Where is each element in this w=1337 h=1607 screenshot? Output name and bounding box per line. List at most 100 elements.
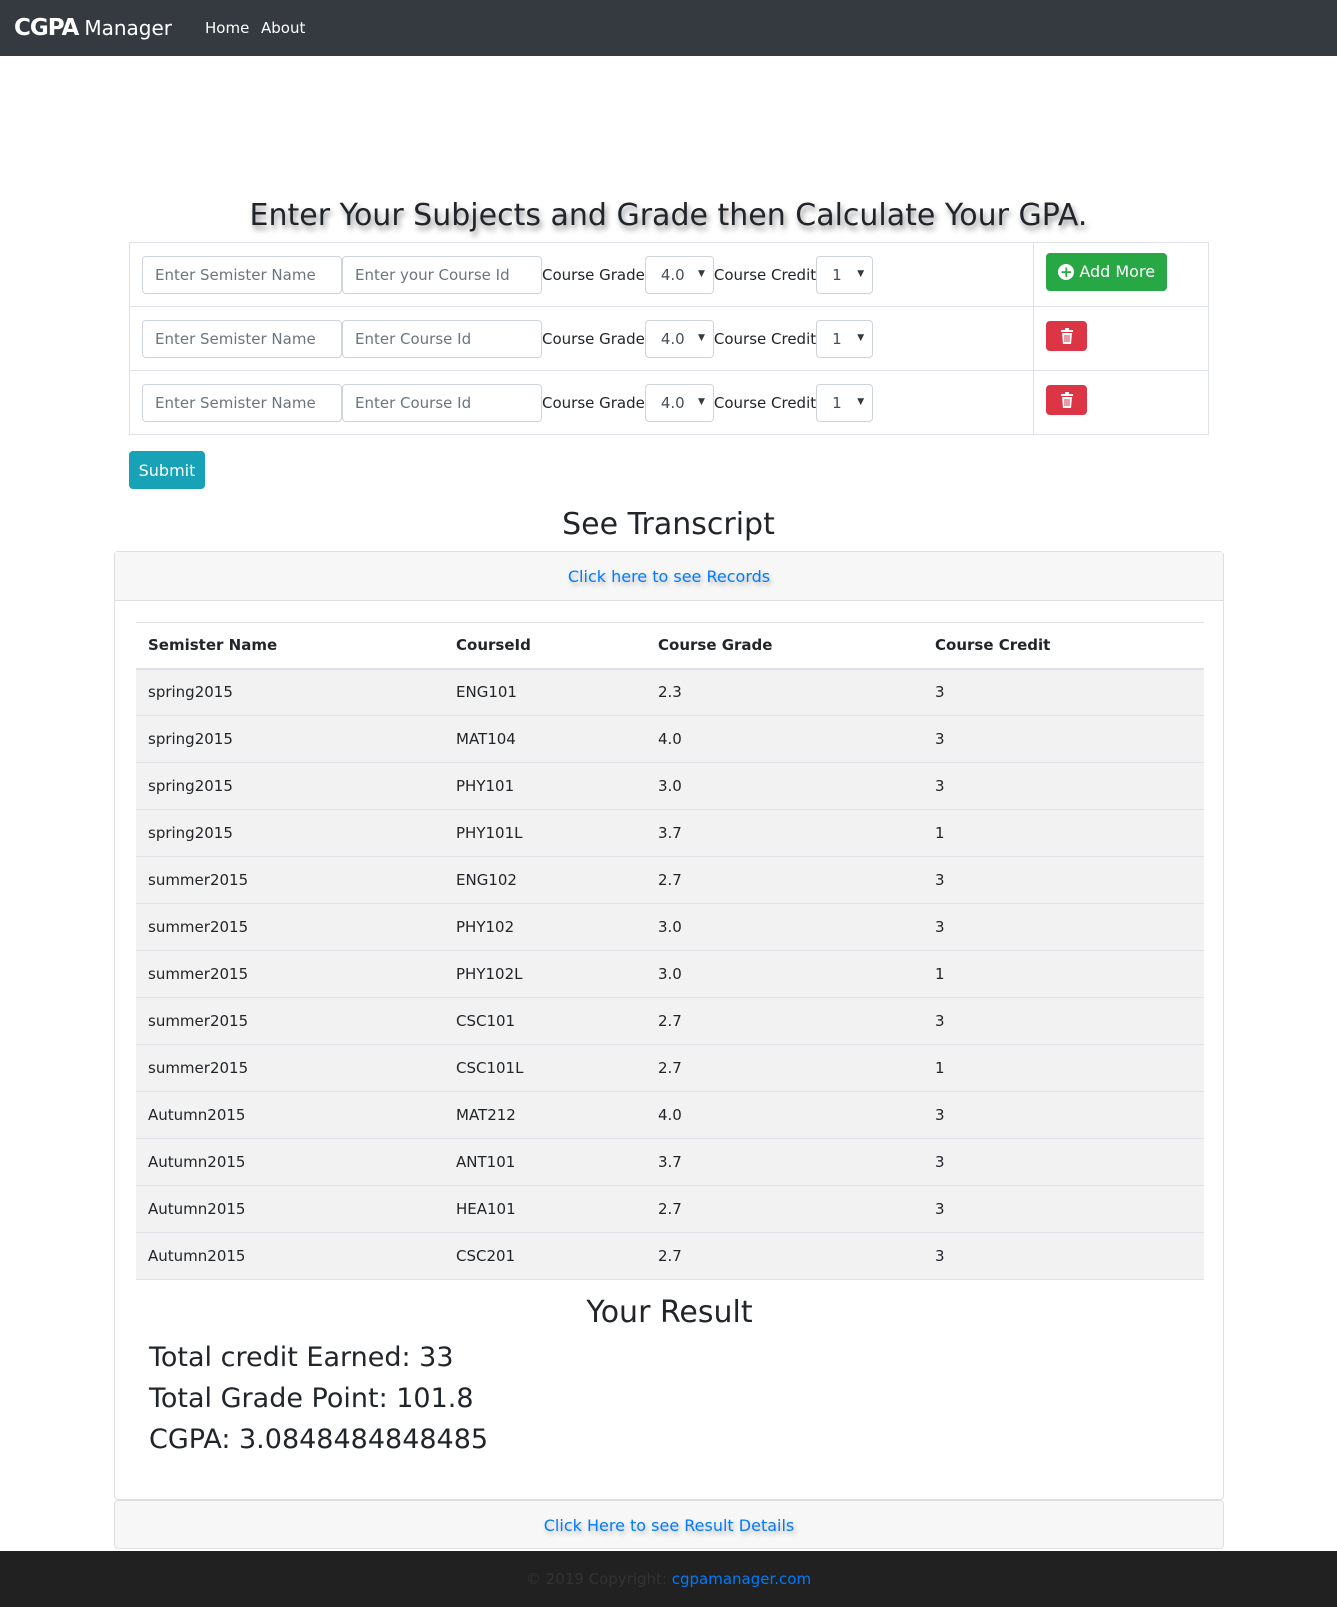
caret-down-icon: ▼: [697, 268, 705, 279]
table-cell: 2.3: [646, 668, 923, 716]
column-header: Semister Name: [136, 622, 444, 670]
table-cell: ANT101: [444, 1138, 646, 1186]
see-records-link[interactable]: Click here to see Records: [568, 567, 770, 586]
column-header: Course Grade: [646, 622, 923, 670]
submit-button[interactable]: Submit: [129, 451, 205, 489]
table-cell: 2.7: [646, 997, 923, 1045]
table-cell: 2.7: [646, 856, 923, 904]
course-credit-select[interactable]: 1 ▼: [816, 255, 874, 294]
nav-about-link[interactable]: About: [261, 18, 305, 38]
brand-link[interactable]: CGPA Manager: [14, 14, 172, 42]
table-cell: 3.0: [646, 950, 923, 998]
course-id-input[interactable]: Enter Course Id: [342, 319, 542, 358]
table-cell: spring2015: [136, 715, 444, 763]
table-cell: CSC201: [444, 1232, 646, 1280]
table-cell: PHY102: [444, 903, 646, 951]
table-cell: MAT212: [444, 1091, 646, 1139]
card-header: Click here to see Records: [115, 552, 1223, 601]
table-cell: 3: [923, 1138, 1204, 1186]
page-title: Enter Your Subjects and Grade then Calcu…: [249, 198, 1088, 233]
transcript-table: Semister Name CourseId Course Grade Cour…: [136, 622, 1204, 1280]
table-cell: 2.7: [646, 1232, 923, 1280]
course-entry-row: Enter Semister Name Enter Course Id Cour…: [128, 306, 1209, 371]
table-cell: PHY101: [444, 762, 646, 810]
table-cell: CSC101: [444, 997, 646, 1045]
column-header: Course Credit: [923, 622, 1204, 670]
table-cell: ENG102: [444, 856, 646, 904]
delete-row-button[interactable]: [1046, 320, 1088, 351]
cgpa-logo: CGPA: [14, 15, 79, 41]
copyright-text: © 2019 Copyright:: [525, 1570, 667, 1588]
course-entry-table: Enter Semister Name Enter your Course Id…: [128, 242, 1209, 435]
course-credit-label: Course Credit: [713, 329, 817, 348]
table-cell: CSC101L: [444, 1044, 646, 1092]
trash-icon: [1060, 327, 1073, 344]
table-cell: 3: [923, 1185, 1204, 1233]
semester-name-input[interactable]: Enter Semister Name: [142, 255, 342, 294]
semester-name-input[interactable]: Enter Semister Name: [142, 319, 342, 358]
table-row: spring2015 MAT104 4.0 3: [136, 715, 1204, 763]
table-cell: Autumn2015: [136, 1091, 444, 1139]
course-credit-select[interactable]: 1 ▼: [816, 319, 874, 358]
table-cell: Autumn2015: [136, 1185, 444, 1233]
delete-row-button[interactable]: [1046, 384, 1088, 415]
table-cell: summer2015: [136, 950, 444, 998]
course-credit-select[interactable]: 1 ▼: [816, 383, 874, 422]
plus-circle-icon: +: [1058, 262, 1075, 281]
table-cell: summer2015: [136, 903, 444, 951]
table-cell: Autumn2015: [136, 1138, 444, 1186]
table-row: summer2015 CSC101L 2.7 1: [136, 1044, 1204, 1092]
table-cell: 3: [923, 856, 1204, 904]
result-details-link[interactable]: Click Here to see Result Details: [544, 1516, 795, 1535]
table-cell: 1: [923, 1044, 1204, 1092]
table-cell: Autumn2015: [136, 1232, 444, 1280]
table-cell: MAT104: [444, 715, 646, 763]
table-header-row: Semister Name CourseId Course Grade Cour…: [136, 622, 1204, 670]
table-row: summer2015 PHY102 3.0 3: [136, 903, 1204, 951]
table-cell: summer2015: [136, 856, 444, 904]
table-row: spring2015 PHY101L 3.7 1: [136, 809, 1204, 857]
course-id-input[interactable]: Enter Course Id: [342, 383, 542, 422]
course-grade-label: Course Grade: [542, 393, 645, 412]
caret-down-icon: ▼: [697, 396, 705, 407]
table-cell: 3: [923, 903, 1204, 951]
caret-down-icon: ▼: [857, 396, 865, 407]
table-row: spring2015 PHY101 3.0 3: [136, 762, 1204, 810]
transcript-title: See Transcript: [562, 507, 775, 542]
course-grade-select[interactable]: 4.0 ▼: [644, 319, 714, 358]
table-cell: summer2015: [136, 997, 444, 1045]
result-title: Your Result: [586, 1295, 753, 1330]
brand-text: Manager: [84, 16, 172, 40]
table-row: Autumn2015 HEA101 2.7 3: [136, 1185, 1204, 1233]
nav-home-link[interactable]: Home: [205, 18, 249, 38]
table-cell: spring2015: [136, 668, 444, 716]
semester-name-input[interactable]: Enter Semister Name: [142, 383, 342, 422]
footer-site-link[interactable]: cgpamanager.com: [672, 1570, 811, 1588]
table-cell: 3.7: [646, 809, 923, 857]
page-footer: © 2019 Copyright: cgpamanager.com: [0, 1551, 1337, 1607]
table-cell: 3.0: [646, 762, 923, 810]
table-cell: PHY102L: [444, 950, 646, 998]
table-row: Autumn2015 CSC201 2.7 3: [136, 1232, 1204, 1280]
table-row: summer2015 PHY102L 3.0 1: [136, 950, 1204, 998]
table-cell: 3: [923, 668, 1204, 716]
caret-down-icon: ▼: [857, 268, 865, 279]
table-row: summer2015 ENG102 2.7 3: [136, 856, 1204, 904]
total-credit-text: Total credit Earned: 33: [149, 1342, 454, 1373]
table-cell: ENG101: [444, 668, 646, 716]
table-row: summer2015 CSC101 2.7 3: [136, 997, 1204, 1045]
table-cell: 3.0: [646, 903, 923, 951]
table-row: spring2015 ENG101 2.3 3: [136, 668, 1204, 716]
table-cell: 2.7: [646, 1185, 923, 1233]
add-more-button[interactable]: + Add More: [1046, 252, 1168, 291]
navbar: CGPA Manager Home About: [0, 0, 1337, 56]
table-cell: 4.0: [646, 1091, 923, 1139]
table-cell: 1: [923, 950, 1204, 998]
course-grade-select[interactable]: 4.0 ▼: [644, 383, 714, 422]
caret-down-icon: ▼: [697, 332, 705, 343]
course-id-input[interactable]: Enter your Course Id: [342, 255, 542, 294]
table-cell: 3.7: [646, 1138, 923, 1186]
course-entry-row: Enter Semister Name Enter your Course Id…: [128, 242, 1209, 307]
course-grade-select[interactable]: 4.0 ▼: [644, 255, 714, 294]
column-header: CourseId: [444, 622, 646, 670]
